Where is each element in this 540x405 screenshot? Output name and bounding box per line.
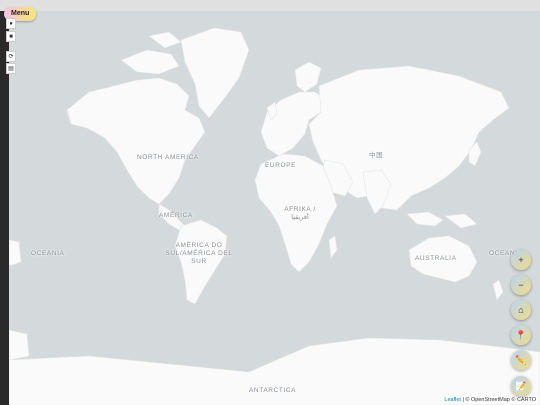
zoom-in-button[interactable]: +	[511, 250, 531, 270]
layers-tool-icon[interactable]: ▤	[6, 63, 16, 74]
map-label-north-america: NORTH AMERICA	[137, 154, 199, 161]
refresh-tool-icon[interactable]: ⟳	[6, 51, 16, 62]
southeast-asia-islands-land	[444, 213, 478, 229]
top-bar	[0, 0, 540, 11]
wrapped-land	[9, 239, 22, 267]
dot-tool-icon[interactable]: ●	[6, 18, 16, 29]
leaflet-link[interactable]: Leaflet	[444, 397, 461, 403]
greenland-land	[180, 27, 250, 119]
map-label-south-america: AMÉRICA DO SUL/AMÉRICA DEL SUR	[165, 242, 233, 265]
map-label-antarctica: ANTARCTICA	[249, 387, 297, 394]
map-label-china: 中国	[369, 152, 384, 159]
arctic-islands-land	[120, 49, 180, 75]
new-zealand-land	[492, 279, 504, 301]
attribution-text: | © OpenStreetMap © CARTO	[462, 397, 536, 403]
southeast-asia-islands-land	[406, 211, 444, 227]
square-tool-icon[interactable]: ■	[6, 31, 16, 42]
marker-button[interactable]: 📍	[511, 325, 531, 345]
map-label-america: AMÉRICA	[159, 212, 193, 219]
madagascar-land	[328, 235, 338, 259]
north-america-land	[66, 77, 206, 205]
map-label-australia: AUSTRALIA	[415, 255, 457, 262]
note-button[interactable]: 📝	[511, 376, 531, 396]
wrapped-land	[9, 329, 30, 361]
draw-button[interactable]: ✏️	[511, 350, 531, 370]
map-label-oceania-left: OCEANIA	[31, 250, 65, 257]
map-label-europe: EUROPE	[265, 162, 297, 169]
zoom-out-button[interactable]: −	[511, 275, 531, 295]
scandinavia-land	[294, 61, 322, 93]
arctic-islands-land	[148, 31, 182, 49]
home-button[interactable]: ⌂	[511, 300, 531, 320]
world-map[interactable]: NORTH AMERICA AMÉRICA AMÉRICA DO SUL/AMÉ…	[9, 0, 540, 405]
map-attribution: Leaflet | © OpenStreetMap © CARTO	[442, 397, 538, 404]
map-land-layer	[9, 27, 540, 405]
map-label-africa: AFRIKA / أفريقيا	[284, 206, 316, 221]
